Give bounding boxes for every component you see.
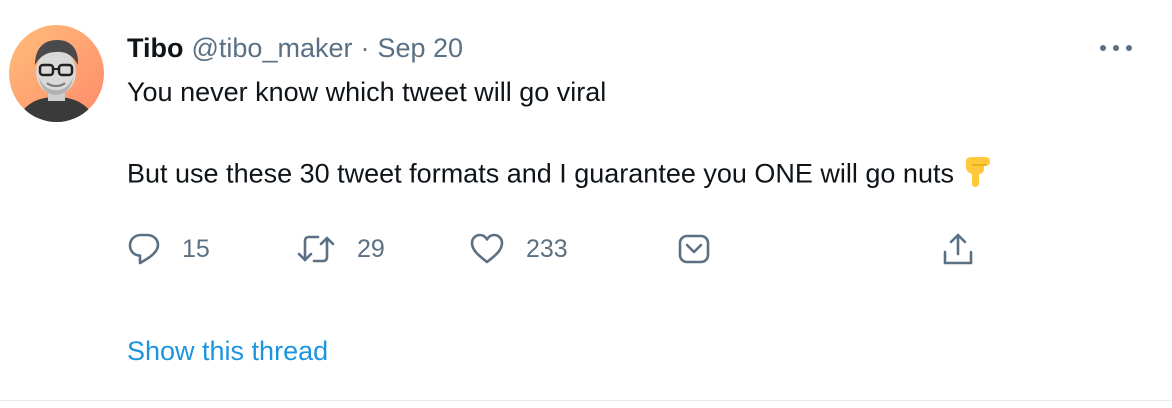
retweet-button[interactable]: 29 (297, 228, 385, 270)
separator: · (360, 32, 370, 63)
save-button[interactable] (678, 228, 710, 270)
reply-icon (128, 233, 160, 265)
reply-count: 15 (182, 234, 210, 263)
avatar-image (9, 25, 104, 122)
share-button[interactable] (942, 228, 974, 270)
show-thread-link[interactable]: Show this thread (127, 336, 328, 367)
like-icon (470, 233, 504, 264)
share-icon (943, 233, 973, 265)
retweet-icon (297, 235, 335, 263)
retweet-count: 29 (357, 234, 385, 263)
like-count: 233 (526, 234, 568, 263)
author-handle[interactable]: @tibo_maker (192, 33, 353, 64)
avatar[interactable] (9, 25, 104, 122)
author-name[interactable]: Tibo (127, 33, 184, 64)
pointing-down-emoji (962, 155, 992, 196)
tweet-text-line-2-text: But use these 30 tweet formats and I gua… (127, 158, 954, 189)
tweet-text-line-2: But use these 30 tweet formats and I gua… (127, 155, 992, 196)
save-icon (678, 234, 710, 264)
reply-button[interactable]: 15 (128, 228, 210, 270)
tweet-text-line-1: You never know which tweet will go viral (127, 77, 607, 107)
more-icon[interactable] (1100, 36, 1132, 60)
tweet-header: Tibo @tibo_maker · Sep 20 (127, 28, 463, 68)
tweet-card[interactable]: Tibo @tibo_maker · Sep 20 You never know… (0, 0, 1172, 401)
tweet-date[interactable]: Sep 20 (377, 33, 463, 64)
like-button[interactable]: 233 (470, 228, 568, 270)
